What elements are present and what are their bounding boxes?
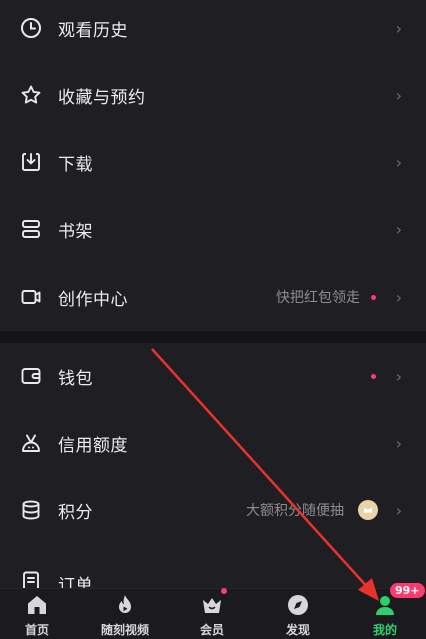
home-icon: [25, 593, 49, 617]
order-icon: [20, 570, 42, 588]
chevron-right-icon: ›: [395, 152, 402, 172]
video-camera-icon: [20, 286, 42, 308]
tab-suike-video[interactable]: 随刻视频: [95, 589, 155, 639]
tab-home[interactable]: 首页: [7, 589, 67, 639]
bottom-tab-bar: 首页 随刻视频 会员 发现 我的: [0, 588, 426, 639]
menu-item-orders[interactable]: 订单: [0, 552, 426, 588]
menu-label: 创作中心: [58, 289, 128, 310]
compass-icon: [286, 593, 310, 617]
chevron-right-icon: ›: [395, 287, 402, 307]
menu-label: 钱包: [58, 368, 93, 389]
menu-item-watch-history[interactable]: 观看历史 ›: [0, 3, 426, 53]
tab-membership[interactable]: 会员: [182, 588, 242, 639]
menu-item-points[interactable]: 积分 大额积分随便抽 ›: [0, 485, 426, 535]
menu-item-creator-center[interactable]: 创作中心 快把红包领走 ›: [0, 272, 426, 322]
download-icon: [20, 151, 42, 173]
menu-item-favorites[interactable]: 收藏与预约 ›: [0, 70, 426, 120]
menu-item-bookshelf[interactable]: 书架 ›: [0, 204, 426, 254]
notification-dot: [221, 588, 227, 594]
credit-icon: [20, 432, 42, 454]
chevron-right-icon: ›: [395, 500, 402, 520]
menu-item-download[interactable]: 下载 ›: [0, 137, 426, 187]
menu-label: 下载: [58, 154, 93, 175]
chevron-right-icon: ›: [395, 219, 402, 239]
tab-label: 会员: [199, 623, 224, 637]
menu-label: 积分: [58, 502, 93, 523]
tab-discover[interactable]: 发现: [268, 589, 328, 639]
promo-hint: 大额积分随便抽: [246, 503, 344, 519]
menu-item-credit-limit[interactable]: 信用额度 ›: [0, 418, 426, 468]
tab-label: 首页: [24, 623, 49, 637]
tab-label: 发现: [285, 623, 310, 637]
notification-dot: [371, 295, 376, 300]
flame-icon: [113, 593, 137, 617]
crown-icon: [200, 593, 224, 617]
tab-label: 随刻视频: [100, 623, 149, 637]
menu-label: 订单: [58, 576, 93, 588]
notification-dot: [371, 374, 376, 379]
bookshelf-icon: [20, 218, 42, 240]
message-count-badge: 99+: [390, 583, 425, 598]
menu-label: 收藏与预约: [58, 87, 146, 108]
menu-label: 信用额度: [58, 435, 128, 456]
menu-section-top: 观看历史 › 收藏与预约 › 下载 › 书架 › 创作中心 快把红包领走 ›: [0, 0, 426, 331]
tab-label: 我的: [372, 623, 397, 637]
points-coin-icon: [358, 500, 378, 520]
wallet-icon: [20, 365, 42, 387]
promo-hint: 快把红包领走: [276, 290, 360, 306]
chevron-right-icon: ›: [395, 18, 402, 38]
menu-label: 书架: [58, 221, 93, 242]
menu-item-wallet[interactable]: 钱包 ›: [0, 351, 426, 401]
clock-icon: [20, 17, 42, 39]
menu-section-bottom: 钱包 › 信用额度 › 积分 大额积分随便抽 › 订单: [0, 343, 426, 588]
chevron-right-icon: ›: [395, 366, 402, 386]
chevron-right-icon: ›: [395, 85, 402, 105]
chevron-right-icon: ›: [395, 433, 402, 453]
star-icon: [20, 84, 42, 106]
menu-label: 观看历史: [58, 20, 128, 41]
points-icon: [20, 499, 42, 521]
